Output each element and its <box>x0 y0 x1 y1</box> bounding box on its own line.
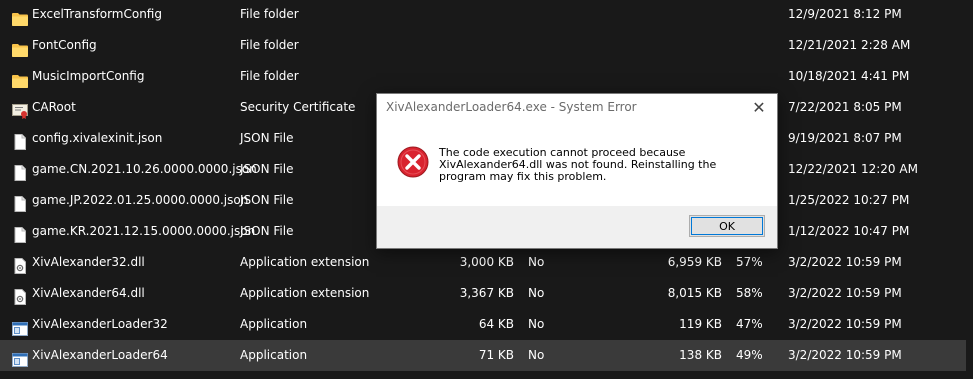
file-type: Application extension <box>240 286 370 300</box>
application-icon <box>12 309 28 340</box>
dll-icon <box>12 278 28 309</box>
file-date: 10/18/2021 4:41 PM <box>788 69 910 83</box>
file-date: 1/12/2022 10:47 PM <box>788 224 910 238</box>
file-packed-size: 138 KB <box>679 348 722 362</box>
file-date: 12/21/2021 2:28 AM <box>788 38 911 52</box>
file-name: game.KR.2021.12.15.0000.0000.json <box>32 224 256 238</box>
file-type: JSON File <box>240 193 294 207</box>
file-size <box>400 0 514 30</box>
file-name: MusicImportConfig <box>32 69 145 83</box>
file-encrypted: No <box>528 348 545 362</box>
file-date: 3/2/2022 10:59 PM <box>788 348 902 362</box>
file-row[interactable]: FontConfig File folder 12/21/2021 2:28 AM <box>0 30 966 61</box>
file-type: File folder <box>240 69 299 83</box>
dialog-title: XivAlexanderLoader64.exe - System Error <box>386 100 637 114</box>
file-name: XivAlexander32.dll <box>32 255 145 269</box>
file-encrypted: No <box>528 317 545 331</box>
file-type: Application <box>240 348 308 362</box>
file-row[interactable]: XivAlexanderLoader32 Application 64 KB No 11… <box>0 309 966 340</box>
file-type: JSON File <box>240 162 294 176</box>
file-ratio: 57% <box>736 255 763 269</box>
file-packed-size <box>600 30 722 61</box>
file-date: 9/19/2021 8:07 PM <box>788 131 902 145</box>
file-size: 3,000 KB <box>459 255 514 269</box>
ok-button[interactable]: OK <box>689 215 765 237</box>
file-row[interactable]: ExcelTransformConfig File folder 12/9/2021… <box>0 0 966 30</box>
application-icon <box>12 340 28 371</box>
file-encrypted: No <box>528 286 545 300</box>
file-size: 64 KB <box>478 317 514 331</box>
file-date: 1/25/2022 10:27 PM <box>788 193 910 207</box>
file-packed-size: 119 KB <box>679 317 722 331</box>
folder-icon <box>12 61 28 92</box>
file-row[interactable]: XivAlexander64.dll Application extension 3… <box>0 278 966 309</box>
error-dialog: XivAlexanderLoader64.exe - System Error … <box>376 93 778 249</box>
file-type: Application <box>240 317 308 331</box>
close-icon: ✕ <box>752 98 766 117</box>
file-name: game.CN.2021.10.26.0000.0000.json <box>32 162 257 176</box>
file-size: 71 KB <box>478 348 514 362</box>
file-type: File folder <box>240 38 299 52</box>
dialog-footer: OK <box>377 206 777 248</box>
file-row[interactable]: XivAlexanderLoader64 Application 71 KB No 13… <box>0 340 966 371</box>
file-icon <box>12 123 28 154</box>
file-packed-size: 8,015 KB <box>667 286 722 300</box>
error-icon <box>397 146 429 181</box>
file-name: CARoot <box>32 100 76 114</box>
file-ratio: 49% <box>736 348 763 362</box>
file-date: 3/2/2022 10:59 PM <box>788 317 902 331</box>
file-icon <box>12 216 28 247</box>
file-packed-size <box>600 0 722 30</box>
file-date: 12/22/2021 12:20 AM <box>788 162 918 176</box>
file-date: 3/2/2022 10:59 PM <box>788 286 902 300</box>
file-ratio: 58% <box>736 286 763 300</box>
folder-icon <box>12 0 28 30</box>
file-name: XivAlexanderLoader64 <box>32 348 168 362</box>
file-type: Application extension <box>240 255 370 269</box>
file-size: 3,367 KB <box>459 286 514 300</box>
file-encrypted: No <box>528 255 545 269</box>
file-icon <box>12 185 28 216</box>
file-name: FontConfig <box>32 38 97 52</box>
file-type: JSON File <box>240 224 294 238</box>
folder-icon <box>12 30 28 61</box>
file-row[interactable]: XivAlexander32.dll Application extension 3… <box>0 247 966 278</box>
file-name: game.JP.2022.01.25.0000.0000.json <box>32 193 249 207</box>
file-size <box>400 30 514 61</box>
file-name: config.xivalexinit.json <box>32 131 163 145</box>
file-type: JSON File <box>240 131 294 145</box>
dialog-message: The code execution cannot proceed becaus… <box>439 146 717 183</box>
file-date: 12/9/2021 8:12 PM <box>788 7 902 21</box>
file-type: File folder <box>240 7 299 21</box>
file-packed-size <box>600 61 722 92</box>
file-name: XivAlexander64.dll <box>32 286 145 300</box>
file-name: XivAlexanderLoader32 <box>32 317 168 331</box>
file-icon <box>12 154 28 185</box>
file-row[interactable]: MusicImportConfig File folder 10/18/2021 4… <box>0 61 966 92</box>
file-name: ExcelTransformConfig <box>32 7 162 21</box>
file-date: 3/2/2022 10:59 PM <box>788 255 902 269</box>
file-date: 7/22/2021 8:05 PM <box>788 100 902 114</box>
file-type: Security Certificate <box>240 100 356 114</box>
certificate-icon <box>12 92 28 123</box>
close-button[interactable]: ✕ <box>745 95 773 121</box>
file-size <box>400 61 514 92</box>
dll-icon <box>12 247 28 278</box>
file-packed-size: 6,959 KB <box>667 255 722 269</box>
file-ratio: 47% <box>736 317 763 331</box>
